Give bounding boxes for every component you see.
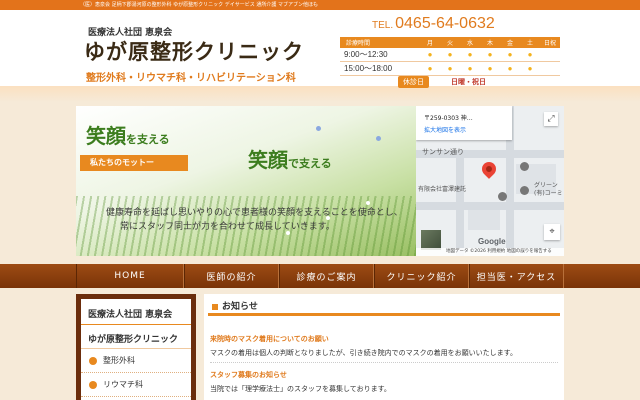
- street-view-thumbnail[interactable]: [421, 230, 441, 250]
- nav-home[interactable]: HOME: [76, 264, 184, 288]
- heading-marker-icon: [212, 304, 218, 310]
- phone-number[interactable]: TEL. 0465-64-0632: [372, 15, 495, 33]
- mission-statement: 健康寿命を延ばし思いやりの心で患者様の笑顔を支えることを使命とし、 常にスタッフ…: [106, 206, 403, 234]
- day-fri: 金: [506, 40, 513, 47]
- open-mark: ●: [467, 50, 473, 59]
- map-street-label: サンサン通り: [422, 148, 464, 156]
- open-mark: ●: [487, 64, 493, 73]
- flower-decoration: [366, 201, 370, 205]
- mission-line: 健康寿命を延ばし思いやりの心で患者様の笑顔を支えることを使命とし、: [106, 208, 403, 218]
- enlarge-map-link[interactable]: 拡大地図を表示: [424, 125, 466, 134]
- open-mark: ●: [467, 64, 473, 73]
- news-body: マスクの着用は個人の判断となりましたが、引き続き院内でのマスクの着用をお願いいた…: [210, 349, 517, 357]
- news-title[interactable]: 来院時のマスク着用についてのお願い: [210, 334, 329, 344]
- holiday-value: 日曜・祝日: [451, 78, 486, 86]
- holiday-info: 休診日 日曜・祝日: [398, 76, 486, 88]
- map-marker-icon: [520, 162, 529, 171]
- nav-doctors[interactable]: 医師の紹介: [184, 264, 279, 288]
- map-poi: (有)コーミ: [534, 190, 563, 197]
- hours-header: 診療時間 月 火 水 木 金 土 日祝: [340, 37, 560, 48]
- nav-services[interactable]: 診療のご案内: [279, 264, 374, 288]
- map-info-card: 〒259-0303 神… 拡大地図を表示: [416, 106, 512, 140]
- top-strip-text: （医）恵泉会 足柄下郡湯河原の整形外科 ゆが原整形クリニック デイサービス 通所…: [80, 2, 318, 8]
- map-address: 〒259-0303 神…: [424, 115, 473, 122]
- hours-time: 9:00〜12:30: [344, 50, 388, 59]
- day-tue: 火: [446, 40, 453, 47]
- sidebar-item-orthopedics[interactable]: 整形外科: [81, 349, 191, 373]
- map-marker-icon: [498, 192, 507, 201]
- map-camera-control-icon[interactable]: ⌖: [544, 224, 560, 240]
- tel-value: 0465-64-0632: [395, 15, 495, 32]
- slogan-line-1: 笑顔を支える: [86, 124, 170, 148]
- motto-label: 私たちのモットー: [80, 155, 188, 171]
- bullet-icon: [89, 380, 97, 389]
- tel-prefix: TEL.: [372, 20, 394, 31]
- hours-table: 診療時間 月 火 水 木 金 土 日祝 9:00〜12:30 ● ● ● ● ●…: [340, 37, 560, 76]
- open-mark: ●: [427, 64, 433, 73]
- hours-label: 診療時間: [346, 40, 371, 47]
- news-title[interactable]: スタッフ募集のお知らせ: [210, 370, 287, 380]
- top-strip: （医）恵泉会 足柄下郡湯河原の整形外科 ゆが原整形クリニック デイサービス 通所…: [0, 0, 640, 10]
- hours-row-morning: 9:00〜12:30 ● ● ● ● ● ●: [340, 48, 560, 62]
- news-body: 当院では「理学療法士」のスタッフを募集しております。: [210, 385, 391, 393]
- sidebar-item-rheumatology[interactable]: リウマチ科: [81, 373, 191, 397]
- day-thu: 木: [486, 40, 493, 47]
- location-pin-icon[interactable]: [479, 159, 499, 179]
- bullet-icon: [89, 356, 97, 365]
- open-mark: ●: [527, 50, 533, 59]
- open-mark: ●: [427, 50, 433, 59]
- flower-decoration: [316, 126, 321, 131]
- map-marker-icon: [520, 186, 529, 195]
- nav-access[interactable]: 担当医・アクセス: [469, 264, 564, 288]
- sidebar: 医療法人社団 恵泉会 ゆが原整形クリニック 整形外科 リウマチ科: [76, 294, 196, 400]
- expand-icon[interactable]: ⤢: [544, 112, 558, 126]
- clinic-logo-name[interactable]: ゆが原整形クリニック: [84, 36, 304, 66]
- google-map[interactable]: 〒259-0303 神… 拡大地図を表示 ⤢ サンサン通り 有限会社富澤建託 グ…: [416, 106, 564, 256]
- sidebar-clinic[interactable]: ゆが原整形クリニック: [81, 325, 191, 349]
- hero-banner: 笑顔を支える 笑顔で支える 私たちのモットー 健康寿命を延ばし思いやりの心で患者…: [76, 106, 416, 256]
- main-content: お知らせ 来院時のマスク着用についてのお願い マスクの着用は個人の判断となりまし…: [204, 294, 564, 400]
- nav-clinic[interactable]: クリニック紹介: [374, 264, 469, 288]
- main-nav: HOME 医師の紹介 診療のご案内 クリニック紹介 担当医・アクセス: [76, 264, 564, 288]
- open-mark: ●: [527, 64, 533, 73]
- news-divider: [210, 362, 558, 363]
- slogan-line-2: 笑顔で支える: [248, 148, 332, 172]
- day-wed: 水: [466, 40, 473, 47]
- google-logo: Google: [478, 237, 506, 246]
- open-mark: ●: [507, 50, 513, 59]
- hours-time: 15:00〜18:00: [344, 64, 393, 73]
- map-road: [416, 202, 564, 210]
- map-road: [456, 150, 464, 256]
- header-gradient: [0, 86, 640, 102]
- map-block: [468, 210, 500, 230]
- flower-decoration: [376, 136, 381, 141]
- map-footer: 地図データ ©2026 利用規約 地図の誤りを報告する: [416, 248, 564, 256]
- holiday-label: 休診日: [398, 76, 429, 88]
- hours-row-afternoon: 15:00〜18:00 ● ● ● ● ● ●: [340, 62, 560, 76]
- day-mon: 月: [426, 40, 433, 47]
- open-mark: ●: [507, 64, 513, 73]
- mission-line: 常にスタッフ同士が力を合わせて成長していきます。: [120, 222, 335, 232]
- day-sun-holiday: 日祝: [543, 40, 556, 47]
- sidebar-panel: 医療法人社団 恵泉会 ゆが原整形クリニック 整形外科 リウマチ科: [81, 299, 191, 400]
- sidebar-org: 医療法人社団 恵泉会: [81, 299, 191, 325]
- map-poi: 有限会社富澤建託: [418, 186, 467, 193]
- open-mark: ●: [447, 64, 453, 73]
- day-sat: 土: [526, 40, 533, 47]
- notices-heading: お知らせ: [208, 298, 560, 316]
- open-mark: ●: [487, 50, 493, 59]
- open-mark: ●: [447, 50, 453, 59]
- departments: 整形外科・リウマチ科・リハビリテーション科: [86, 73, 296, 84]
